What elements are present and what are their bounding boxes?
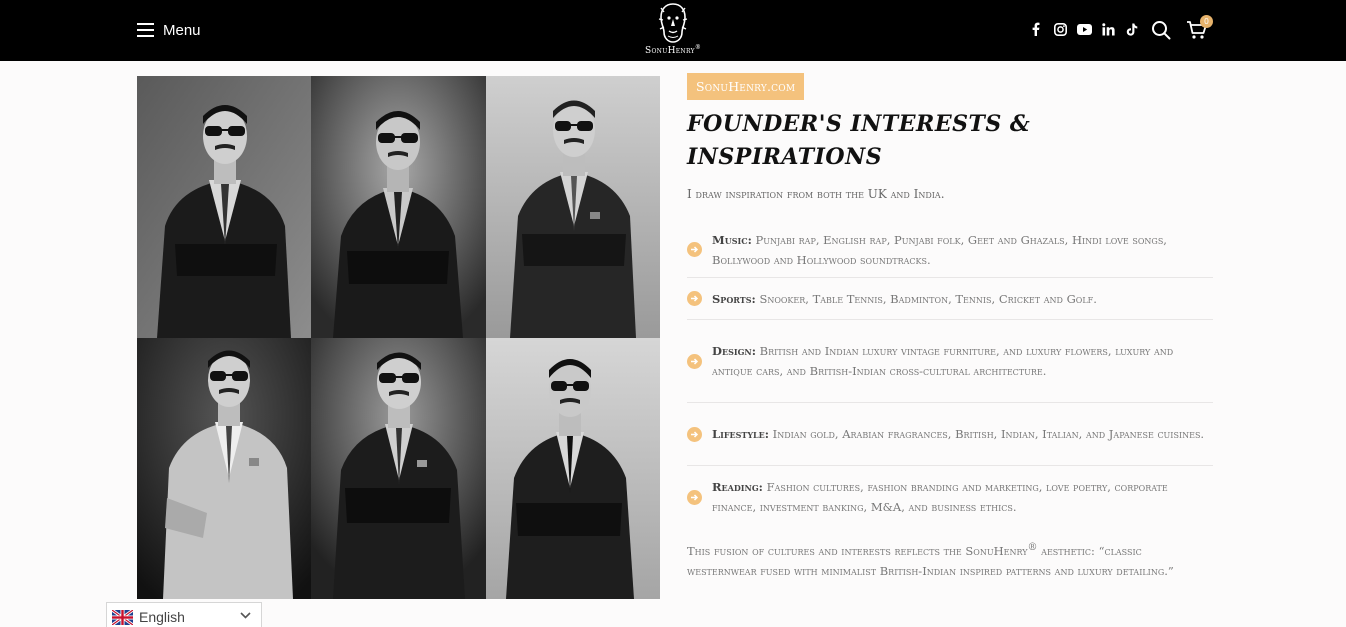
interest-label: Music: — [712, 232, 752, 247]
uk-flag-icon — [112, 609, 133, 625]
arrow-circle-icon — [687, 426, 702, 442]
cart-count-badge: 0 — [1200, 15, 1213, 28]
tiktok-icon[interactable] — [1124, 21, 1140, 37]
founder-photo-2 — [311, 76, 486, 338]
menu-button[interactable]: Menu — [137, 18, 201, 42]
hamburger-icon — [137, 23, 154, 37]
interest-text: British and Indian luxury vintage furnit… — [712, 344, 1174, 378]
site-logo[interactable]: SonuHenry® — [645, 2, 701, 59]
interest-label: Design: — [712, 344, 756, 358]
interest-item-lifestyle: Lifestyle: Indian gold, Arabian fragranc… — [687, 403, 1213, 466]
menu-label: Menu — [163, 21, 201, 39]
social-links — [1028, 20, 1140, 38]
language-selector[interactable]: English — [106, 602, 262, 627]
interest-item-design: Design: British and Indian luxury vintag… — [687, 320, 1213, 403]
interest-text: Fashion cultures, fashion branding and m… — [712, 480, 1168, 514]
interest-item-music: Music: Punjabi rap, English rap, Punjabi… — [687, 222, 1213, 278]
facebook-icon[interactable] — [1028, 21, 1044, 37]
logo-wordmark: SonuHenry® — [645, 44, 702, 56]
site-badge[interactable]: SonuHenry.com — [687, 73, 805, 100]
founder-photo-5 — [311, 338, 486, 599]
intro-text: I draw inspiration from both the UK and … — [687, 187, 945, 201]
youtube-icon[interactable] — [1076, 21, 1092, 37]
search-icon[interactable] — [1151, 20, 1171, 40]
instagram-icon[interactable] — [1052, 21, 1068, 37]
interest-text: Punjabi rap, English rap, Punjabi folk, … — [712, 232, 1167, 267]
interest-text: Snooker, Table Tennis, Badminton, Tennis… — [759, 291, 1097, 306]
arrow-circle-icon — [687, 489, 702, 505]
founder-photo-3 — [486, 76, 660, 338]
interest-label: Sports: — [712, 291, 756, 306]
top-header: Menu SonuHenry® 0 — [0, 0, 1346, 61]
interest-text: Indian gold, Arabian fragrances, British… — [772, 427, 1205, 441]
interest-item-reading: Reading: Fashion cultures, fashion brand… — [687, 466, 1213, 528]
interest-label: Lifestyle: — [712, 427, 770, 441]
chevron-down-icon — [240, 612, 251, 619]
arrow-circle-icon — [687, 242, 702, 257]
founder-photo-grid — [137, 76, 660, 599]
language-label: English — [139, 609, 185, 625]
closing-paragraph: This fusion of cultures and interests re… — [687, 542, 1174, 579]
founder-photo-1 — [137, 76, 311, 338]
founder-photo-4 — [137, 338, 311, 599]
arrow-circle-icon — [687, 291, 702, 306]
page-title: Founder's Interests & Inspirations — [687, 111, 1031, 170]
interest-label: Reading: — [712, 480, 763, 494]
founder-photo-6 — [486, 338, 660, 599]
interest-item-sports: Sports: Snooker, Table Tennis, Badminton… — [687, 278, 1213, 320]
linkedin-icon[interactable] — [1100, 21, 1116, 37]
arrow-circle-icon — [687, 353, 702, 369]
lion-emblem-icon — [658, 3, 688, 43]
